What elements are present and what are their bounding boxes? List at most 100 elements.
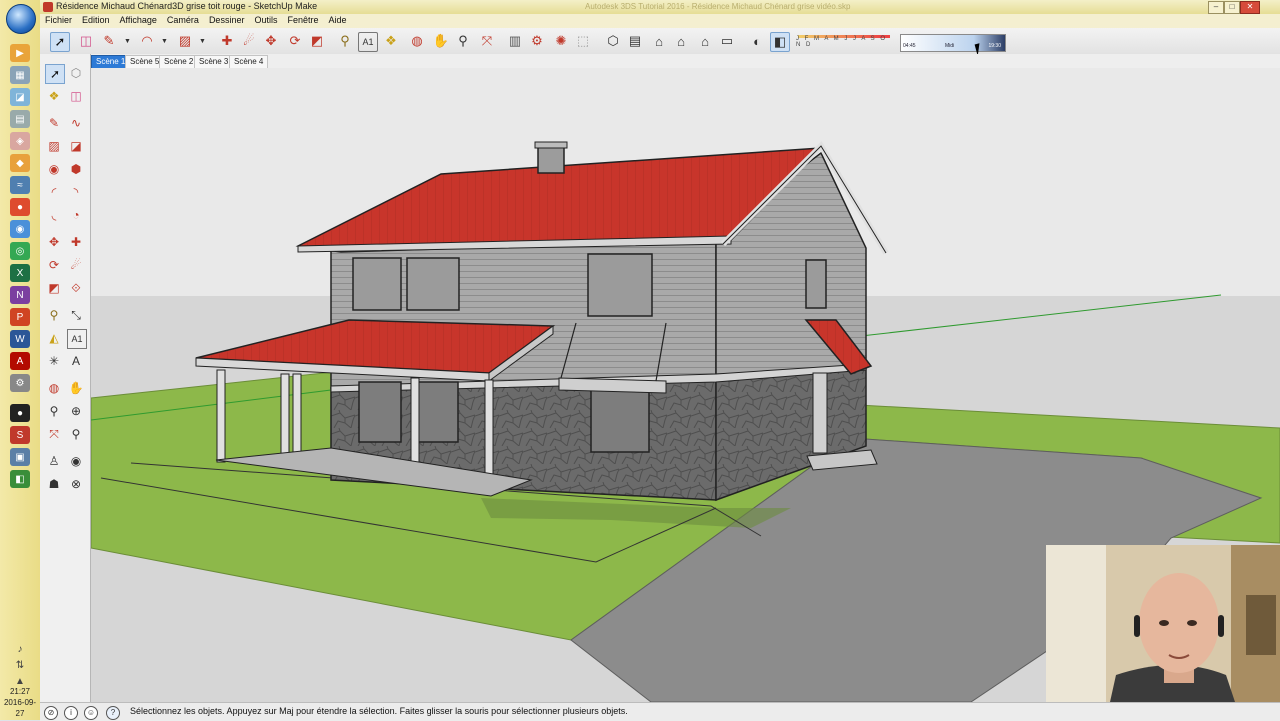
- line-icon[interactable]: ✎: [45, 114, 63, 132]
- follow-me-icon[interactable]: ☄: [67, 256, 85, 274]
- circle-icon[interactable]: ◉: [45, 160, 63, 178]
- excel-icon[interactable]: X: [10, 264, 30, 282]
- taskbar-app-icon[interactable]: ▦: [10, 66, 30, 84]
- 3d-text-icon[interactable]: ⬚: [574, 32, 592, 50]
- menu-outils[interactable]: Outils: [249, 14, 282, 28]
- tab-scene-3[interactable]: Scène 3: [194, 55, 234, 69]
- zoom-extents-icon[interactable]: ⤧: [45, 425, 63, 443]
- offset-icon[interactable]: ⟐: [67, 279, 85, 297]
- previous-view-icon[interactable]: ⚲: [67, 425, 85, 443]
- walk-icon[interactable]: ☗: [45, 475, 63, 493]
- warehouse-icon[interactable]: ⚙: [528, 32, 546, 50]
- select-icon[interactable]: ➚: [50, 32, 70, 52]
- user-icon[interactable]: ☺: [84, 706, 98, 720]
- pan-icon[interactable]: ✋: [67, 379, 85, 397]
- taskbar-app-icon[interactable]: ▤: [10, 110, 30, 128]
- info-icon[interactable]: i: [64, 706, 78, 720]
- text-icon[interactable]: A1: [358, 32, 378, 52]
- dimension-icon[interactable]: ⤡: [67, 306, 85, 324]
- scale-icon[interactable]: ◩: [45, 279, 63, 297]
- axes-icon[interactable]: ✳: [45, 352, 63, 370]
- word-icon[interactable]: W: [10, 330, 30, 348]
- eraser-icon[interactable]: ◫: [77, 32, 95, 50]
- zoom-window-icon[interactable]: ⊕: [67, 402, 85, 420]
- back-view-icon[interactable]: ⌂: [696, 32, 714, 50]
- right-view-icon[interactable]: ⌂: [672, 32, 690, 50]
- three-point-arc-icon[interactable]: ◟: [45, 206, 63, 224]
- component-icon[interactable]: ⬡: [67, 64, 85, 82]
- menu-camera[interactable]: Caméra: [162, 14, 204, 28]
- maximize-button[interactable]: □: [1224, 1, 1240, 14]
- tab-scene-2[interactable]: Scène 2: [159, 55, 199, 69]
- geolocation-icon[interactable]: ⊘: [44, 706, 58, 720]
- taskbar-app-icon[interactable]: ⚙: [10, 374, 30, 392]
- close-button[interactable]: ✕: [1240, 1, 1260, 14]
- rotate-icon[interactable]: ⟳: [286, 32, 304, 50]
- taskbar-app-icon[interactable]: ◆: [10, 154, 30, 172]
- rectangle-icon[interactable]: ▨: [176, 32, 194, 50]
- left-view-icon[interactable]: ▭: [718, 32, 736, 50]
- chrome-icon[interactable]: ◎: [10, 242, 30, 260]
- push-pull-icon[interactable]: ✚: [67, 233, 85, 251]
- polygon-icon[interactable]: ⬢: [67, 160, 85, 178]
- text-icon[interactable]: A1: [67, 329, 87, 349]
- taskbar-clock[interactable]: 21:27 2016-09-27: [0, 686, 40, 719]
- sketchup-icon[interactable]: S: [10, 426, 30, 444]
- paint-bucket-icon[interactable]: ❖: [45, 87, 63, 105]
- protractor-icon[interactable]: ◭: [45, 329, 63, 347]
- shadow-month-slider[interactable]: J F M A M J J A S O N D: [796, 36, 891, 50]
- taskbar-app-icon[interactable]: ◧: [10, 470, 30, 488]
- menu-fenetre[interactable]: Fenêtre: [282, 14, 323, 28]
- section-plane-icon[interactable]: ⊗: [67, 475, 85, 493]
- 3d-text-icon[interactable]: A: [67, 352, 85, 370]
- onenote-icon[interactable]: N: [10, 286, 30, 304]
- scale-icon[interactable]: ◩: [308, 32, 326, 50]
- top-view-icon[interactable]: ▤: [626, 32, 644, 50]
- start-button[interactable]: [6, 4, 36, 34]
- follow-me-icon[interactable]: ☄: [240, 32, 258, 50]
- taskbar-app-icon[interactable]: ▶: [10, 44, 30, 62]
- move-icon[interactable]: ✥: [45, 233, 63, 251]
- taskbar-app-icon[interactable]: ◈: [10, 132, 30, 150]
- chevron-down-icon[interactable]: ▼: [199, 38, 206, 45]
- taskbar-app-icon[interactable]: ▣: [10, 448, 30, 466]
- two-point-arc-icon[interactable]: ◝: [67, 183, 85, 201]
- menu-edition[interactable]: Edition: [77, 14, 115, 28]
- shadows-icon[interactable]: ◐: [748, 32, 766, 50]
- position-camera-icon[interactable]: ♙: [45, 452, 63, 470]
- extension-icon[interactable]: ✺: [552, 32, 570, 50]
- select-icon[interactable]: ➚: [45, 64, 65, 84]
- taskbar-app-icon[interactable]: ≈: [10, 176, 30, 194]
- taskbar-app-icon[interactable]: ◪: [10, 88, 30, 106]
- menu-fichier[interactable]: Fichier: [40, 14, 77, 28]
- push-pull-icon[interactable]: ✚: [218, 32, 236, 50]
- iso-view-icon[interactable]: ⬡: [604, 32, 622, 50]
- taskbar-app-icon[interactable]: ●: [10, 404, 30, 422]
- paint-bucket-icon[interactable]: ❖: [382, 32, 400, 50]
- taskbar-app-icon[interactable]: ●: [10, 198, 30, 216]
- rectangle-icon[interactable]: ▨: [45, 137, 63, 155]
- menu-dessiner[interactable]: Dessiner: [204, 14, 250, 28]
- orbit-icon[interactable]: ◍: [45, 379, 63, 397]
- menu-aide[interactable]: Aide: [324, 14, 352, 28]
- tape-measure-icon[interactable]: ⚲: [336, 32, 354, 50]
- move-icon[interactable]: ✥: [262, 32, 280, 50]
- zoom-icon[interactable]: ⚲: [454, 32, 472, 50]
- front-view-icon[interactable]: ⌂: [650, 32, 668, 50]
- pie-icon[interactable]: ◔: [67, 206, 85, 224]
- acrobat-icon[interactable]: A: [10, 352, 30, 370]
- chevron-down-icon[interactable]: ▼: [161, 38, 168, 45]
- menu-affichage[interactable]: Affichage: [115, 14, 162, 28]
- arc-icon[interactable]: ◠: [138, 32, 156, 50]
- zoom-icon[interactable]: ⚲: [45, 402, 63, 420]
- eraser-icon[interactable]: ◫: [67, 87, 85, 105]
- orbit-icon[interactable]: ◍: [408, 32, 426, 50]
- arc-icon[interactable]: ◜: [45, 183, 63, 201]
- pan-icon[interactable]: ✋: [432, 32, 450, 50]
- tab-scene-4[interactable]: Scène 4: [229, 55, 269, 69]
- shadow-time-slider[interactable]: 04:45 Midi 19:30: [900, 34, 1006, 52]
- fog-icon[interactable]: ◧: [770, 32, 790, 52]
- taskbar-app-icon[interactable]: ◉: [10, 220, 30, 238]
- pencil-icon[interactable]: ✎: [100, 32, 118, 50]
- help-icon[interactable]: ?: [106, 706, 120, 720]
